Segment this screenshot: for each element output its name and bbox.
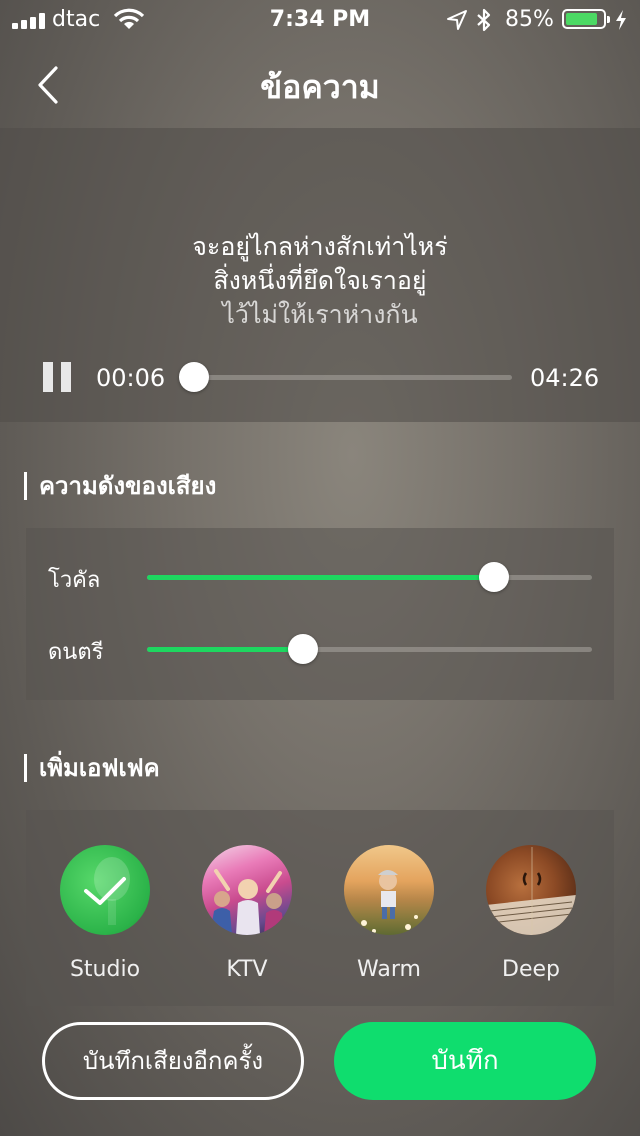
lyric-line: จะอยู่ไกลห่างสักเท่าไหร่ (192, 232, 448, 261)
music-label: ดนตรี (48, 640, 104, 665)
lyric-line: สิ่งหนึ่งที่ยึดใจเราอยู่ (213, 266, 427, 295)
vocal-slider-thumb[interactable] (479, 562, 510, 592)
charging-icon (616, 10, 626, 30)
lyrics: จะอยู่ไกลห่างสักเท่าไหร่ สิ่งหนึ่งที่ยึด… (0, 230, 640, 332)
effect-warm[interactable]: Warm (329, 845, 449, 982)
deep-thumbnail (486, 845, 576, 935)
effect-label: KTV (226, 957, 268, 982)
vocal-slider[interactable] (147, 575, 592, 580)
bluetooth-icon (477, 8, 491, 32)
location-arrow-icon (447, 10, 467, 30)
lyric-line: ไว้ไม่ให้เราห่างกัน (222, 300, 418, 329)
violin-image (486, 847, 576, 935)
page-title: ข้อความ (260, 68, 380, 106)
save-button[interactable]: บันทึก (334, 1022, 596, 1100)
progress-track[interactable] (188, 375, 512, 380)
volume-heading: ความดังของเสียง (24, 472, 216, 500)
effect-deep[interactable]: Deep (471, 845, 591, 982)
current-time: 00:06 (96, 364, 166, 392)
party-image (210, 869, 284, 935)
total-time: 04:26 (530, 364, 600, 392)
ktv-thumbnail (202, 845, 292, 935)
studio-thumbnail (60, 845, 150, 935)
vocal-label: โวคัล (48, 568, 101, 593)
status-bar: dtac 7:34 PM 85% (0, 0, 640, 40)
field-image (361, 870, 418, 933)
music-slider-thumb[interactable] (287, 634, 318, 664)
warm-thumbnail (344, 845, 434, 935)
checkmark-icon (84, 877, 126, 905)
record-again-button[interactable]: บันทึกเสียงอีกครั้ง (42, 1022, 304, 1100)
battery-icon (562, 9, 610, 29)
effect-label: Warm (357, 957, 421, 982)
effect-label: Deep (502, 957, 560, 982)
effect-ktv[interactable]: KTV (187, 845, 307, 982)
battery-percent: 85% (505, 7, 554, 32)
music-slider[interactable] (147, 647, 592, 652)
effects-heading: เพิ่มเอฟเฟค (24, 754, 160, 782)
pause-button[interactable] (40, 362, 74, 392)
pause-icon (43, 362, 53, 392)
volume-panel (26, 528, 614, 700)
effect-studio[interactable]: Studio (45, 845, 165, 982)
effect-label: Studio (69, 957, 141, 982)
